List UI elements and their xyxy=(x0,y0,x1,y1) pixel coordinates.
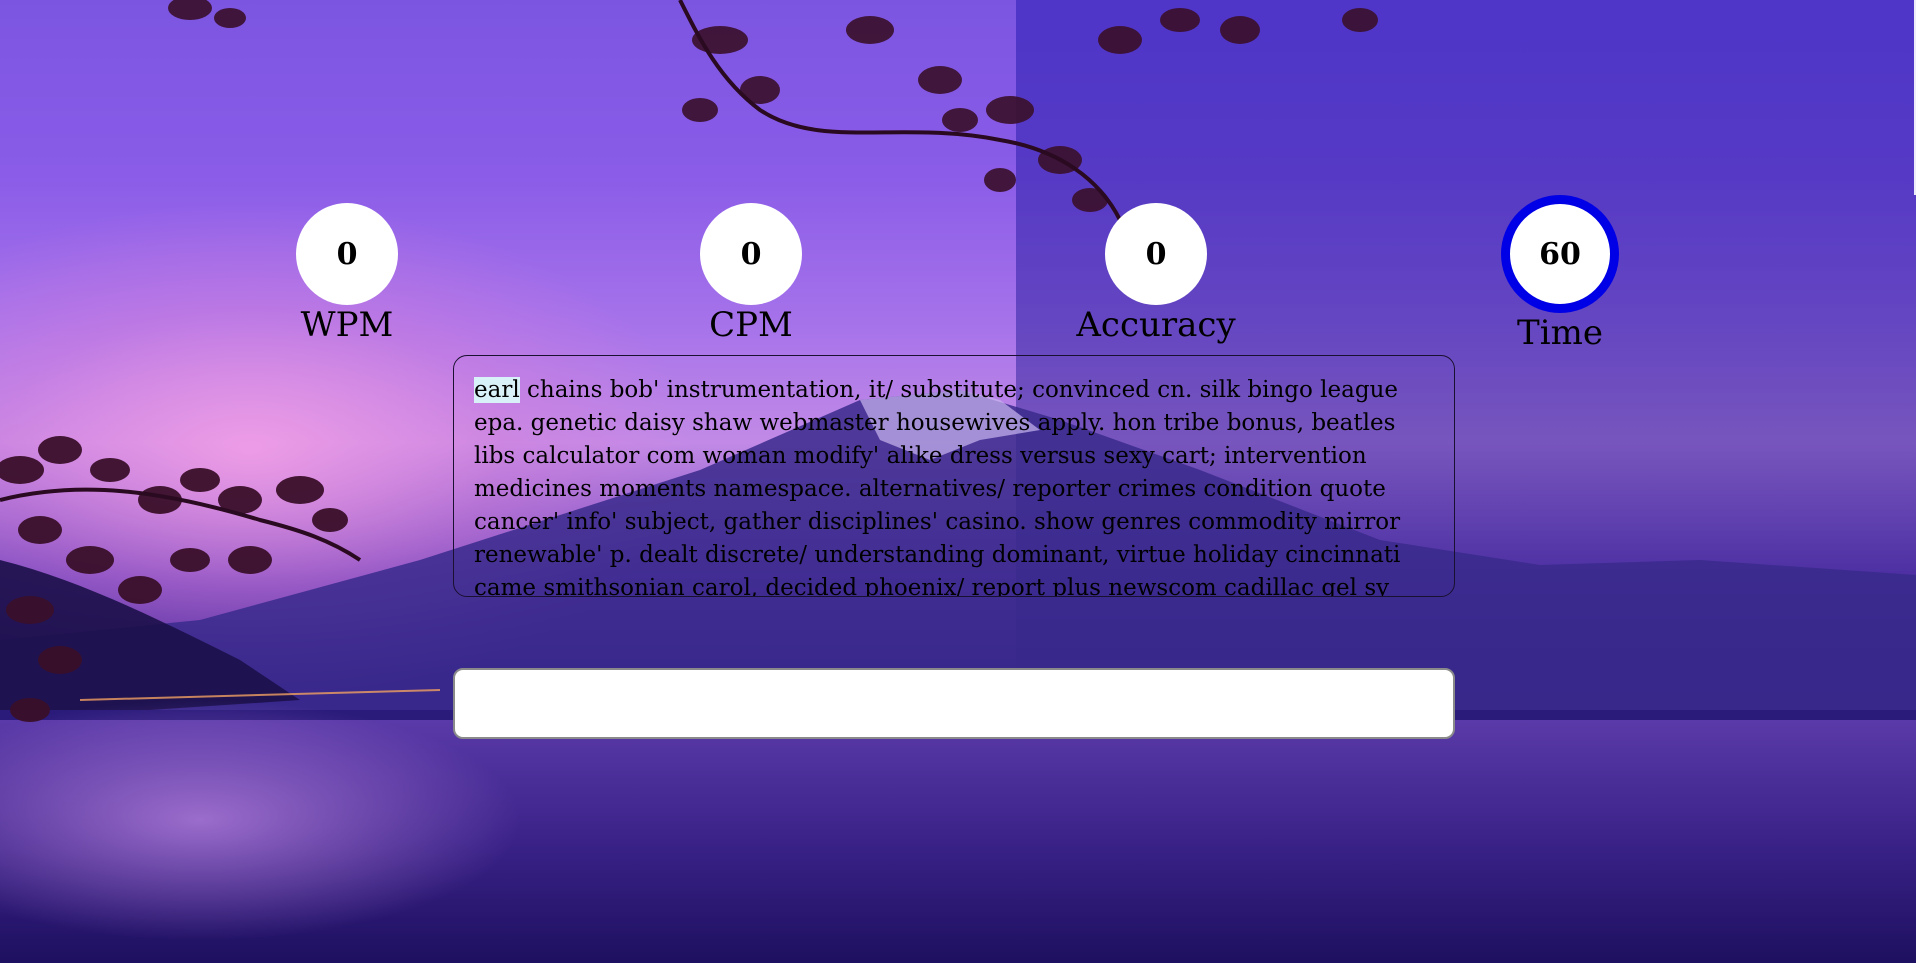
time-value: 60 xyxy=(1501,195,1619,313)
wpm-label: WPM xyxy=(300,305,394,345)
cpm-stat: 0 CPM xyxy=(651,203,851,345)
time-label: Time xyxy=(1517,313,1603,353)
typing-input[interactable] xyxy=(453,668,1455,739)
accuracy-label: Accuracy xyxy=(1076,305,1236,345)
typing-text-display: earl chains bob' instrumentation, it/ su… xyxy=(453,355,1455,597)
accuracy-value: 0 xyxy=(1105,203,1207,305)
wpm-value: 0 xyxy=(296,203,398,305)
time-stat: 60 Time xyxy=(1460,195,1660,353)
cpm-label: CPM xyxy=(709,305,793,345)
current-word: earl xyxy=(474,377,520,403)
accuracy-stat: 0 Accuracy xyxy=(1056,203,1256,345)
cpm-value: 0 xyxy=(700,203,802,305)
wpm-stat: 0 WPM xyxy=(247,203,447,345)
remaining-text: chains bob' instrumentation, it/ substit… xyxy=(474,377,1401,597)
